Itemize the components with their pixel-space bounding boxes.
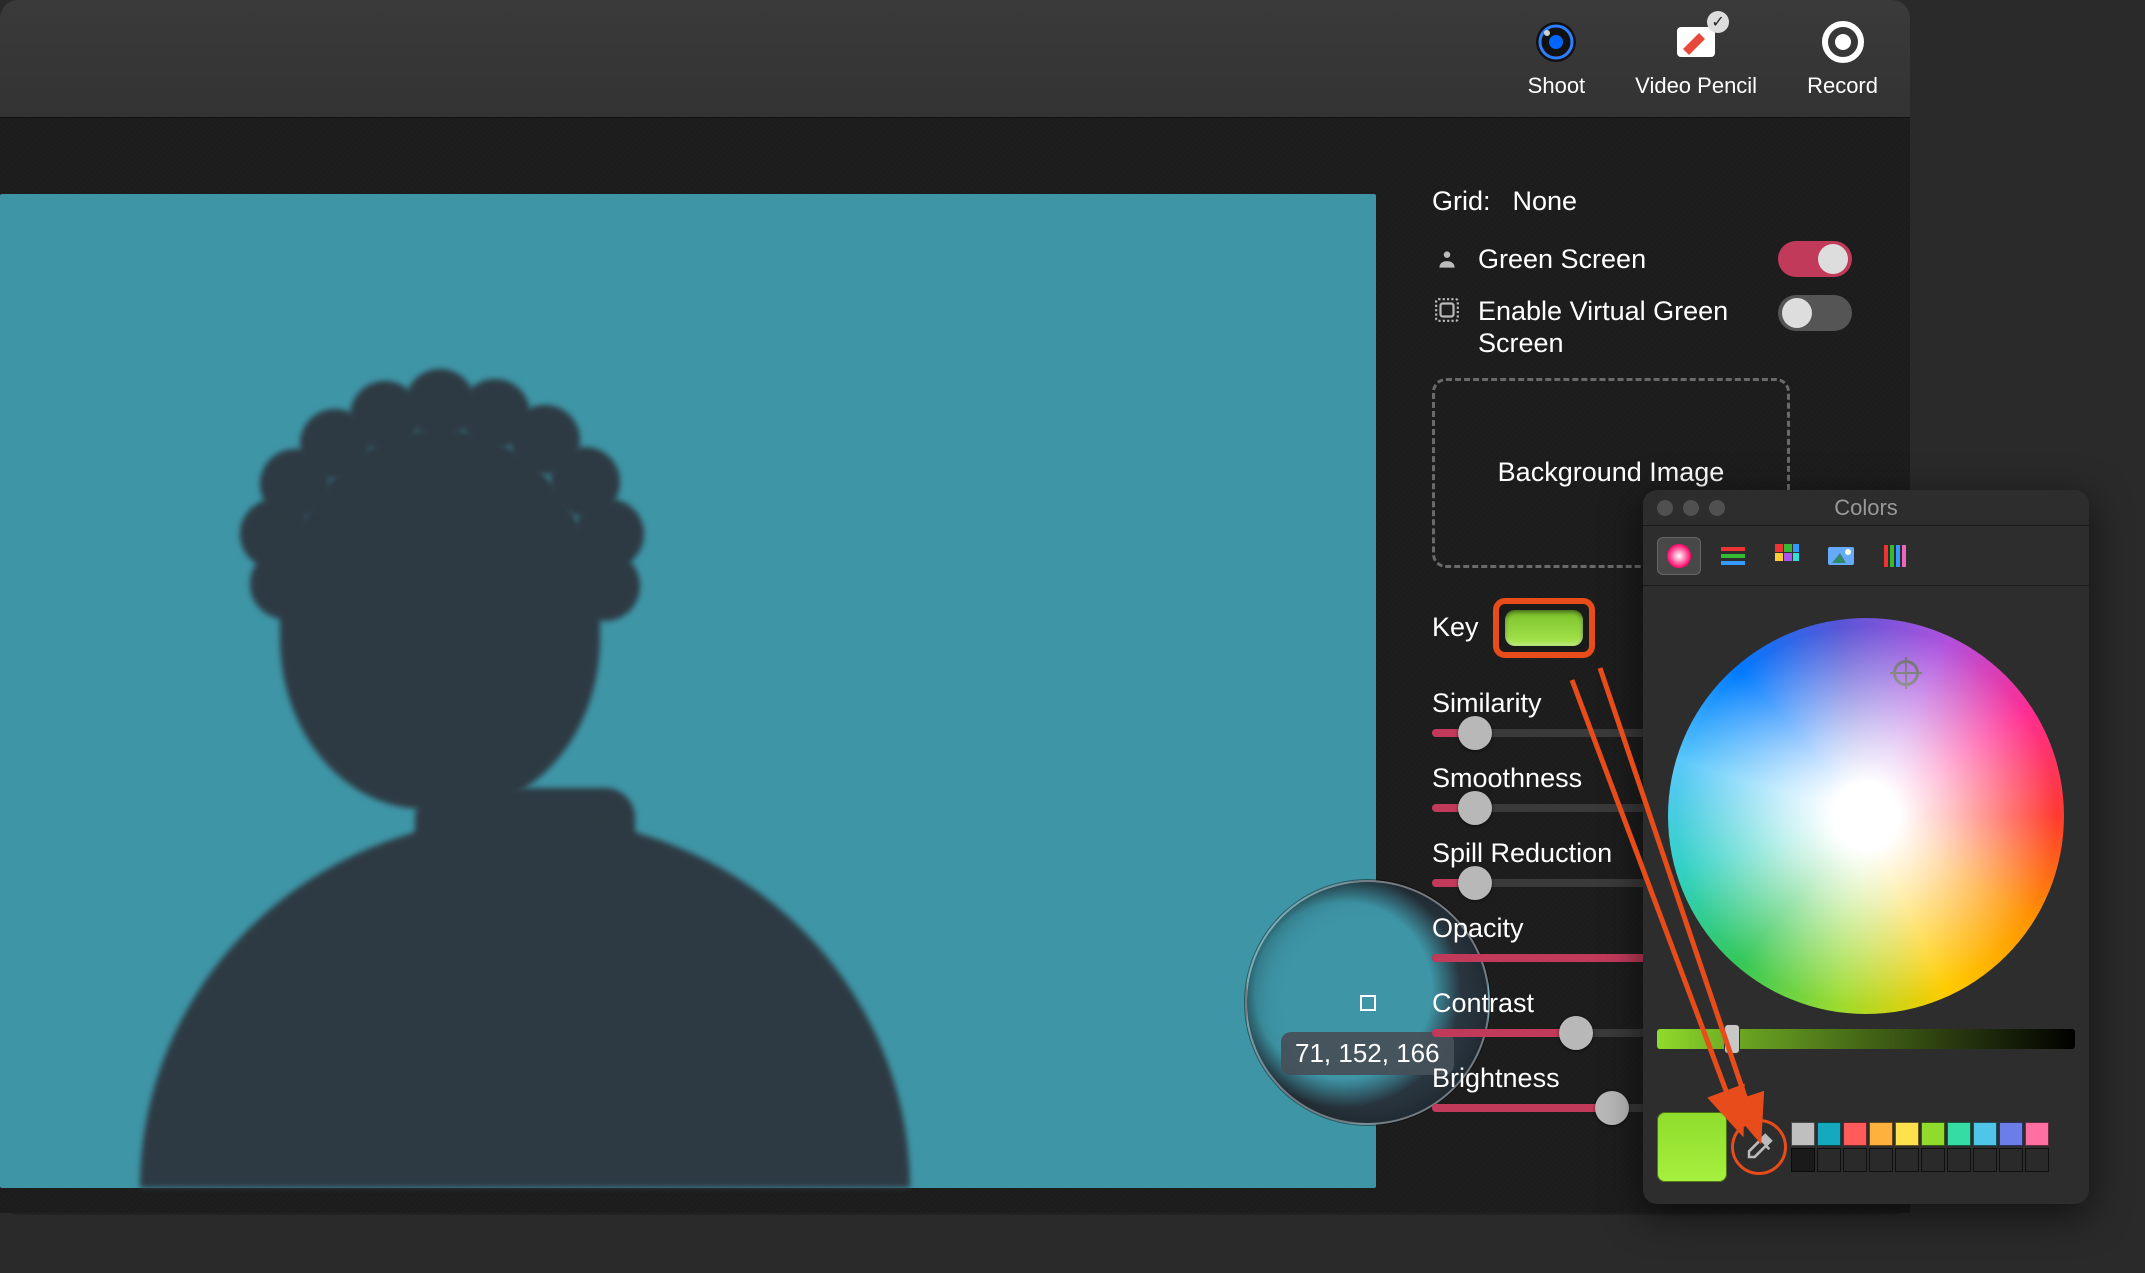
preset-swatch[interactable] bbox=[1921, 1148, 1945, 1172]
preset-swatch[interactable] bbox=[1817, 1122, 1841, 1146]
preset-swatch[interactable] bbox=[1947, 1122, 1971, 1146]
preset-swatch[interactable] bbox=[1921, 1122, 1945, 1146]
virtual-gs-toggle[interactable] bbox=[1778, 295, 1852, 331]
preset-swatch[interactable] bbox=[1999, 1122, 2023, 1146]
record-icon bbox=[1820, 19, 1866, 65]
preset-swatch[interactable] bbox=[1999, 1148, 2023, 1172]
color-picker-tabs bbox=[1643, 526, 2089, 586]
key-label: Key bbox=[1432, 612, 1479, 643]
green-screen-label: Green Screen bbox=[1478, 244, 1762, 275]
brightness-slider-row bbox=[1657, 1028, 2075, 1050]
virtual-gs-label: Enable Virtual Green Screen bbox=[1478, 295, 1762, 360]
chip-icon bbox=[1432, 295, 1462, 325]
preset-swatch-grid[interactable] bbox=[1791, 1122, 2049, 1172]
tab-color-wheel[interactable] bbox=[1657, 537, 1701, 575]
grid-row: Grid: None bbox=[1432, 186, 1852, 217]
preset-swatch[interactable] bbox=[1895, 1122, 1919, 1146]
loupe-rgb-readout: 71, 152, 166 bbox=[1281, 1032, 1454, 1075]
camera-viewport bbox=[0, 194, 1376, 1188]
virtual-gs-row: Enable Virtual Green Screen bbox=[1432, 295, 1852, 360]
eyedropper-highlight bbox=[1731, 1119, 1787, 1175]
key-color-well[interactable] bbox=[1505, 610, 1583, 646]
brightness-slider[interactable] bbox=[1657, 1029, 2075, 1049]
preset-swatch[interactable] bbox=[1843, 1148, 1867, 1172]
top-toolbar: Shoot ✓ Video Pencil Record bbox=[0, 0, 1910, 118]
eyedropper-button[interactable] bbox=[1737, 1125, 1781, 1169]
colors-popover[interactable]: Colors bbox=[1643, 490, 2089, 1204]
preset-swatch[interactable] bbox=[1817, 1148, 1841, 1172]
preset-swatch[interactable] bbox=[1973, 1148, 1997, 1172]
grid-value[interactable]: None bbox=[1513, 186, 1578, 217]
loupe-target-icon bbox=[1360, 995, 1376, 1011]
slider-knob[interactable] bbox=[1458, 866, 1492, 900]
slider-knob[interactable] bbox=[1458, 791, 1492, 825]
key-color-highlight bbox=[1493, 598, 1595, 658]
video-pencil-label: Video Pencil bbox=[1635, 73, 1757, 99]
green-screen-toggle[interactable] bbox=[1778, 241, 1852, 277]
slider-knob[interactable] bbox=[1595, 1091, 1629, 1125]
tab-pencils[interactable] bbox=[1873, 537, 1917, 575]
background-image-label: Background Image bbox=[1498, 457, 1725, 488]
preset-swatch[interactable] bbox=[1869, 1148, 1893, 1172]
record-label: Record bbox=[1807, 73, 1878, 99]
preset-swatch[interactable] bbox=[1843, 1122, 1867, 1146]
app-window: Shoot ✓ Video Pencil Record bbox=[0, 0, 1910, 1215]
video-pencil-button[interactable]: ✓ Video Pencil bbox=[1635, 19, 1757, 99]
preset-swatch[interactable] bbox=[1791, 1122, 1815, 1146]
preset-swatch[interactable] bbox=[2025, 1122, 2049, 1146]
current-color-swatch[interactable] bbox=[1657, 1112, 1727, 1182]
video-pencil-icon: ✓ bbox=[1673, 19, 1719, 65]
popover-titlebar: Colors bbox=[1643, 490, 2089, 526]
content-area: 71, 152, 166 Grid: None Green Screen Ena… bbox=[0, 118, 1910, 1213]
swatch-row bbox=[1657, 1112, 2075, 1182]
aperture-icon bbox=[1533, 19, 1579, 65]
brightness-knob[interactable] bbox=[1724, 1024, 1740, 1054]
record-button[interactable]: Record bbox=[1807, 19, 1878, 99]
shoot-button[interactable]: Shoot bbox=[1528, 19, 1586, 99]
preset-swatch[interactable] bbox=[1947, 1148, 1971, 1172]
preset-swatch[interactable] bbox=[1791, 1148, 1815, 1172]
tab-color-palette[interactable] bbox=[1765, 537, 1809, 575]
preset-swatch[interactable] bbox=[1973, 1122, 1997, 1146]
wheel-reticle-icon[interactable] bbox=[1893, 660, 1919, 686]
slider-knob[interactable] bbox=[1458, 716, 1492, 750]
color-wheel[interactable] bbox=[1668, 618, 2064, 1014]
popover-title: Colors bbox=[1643, 495, 2089, 521]
preset-swatch[interactable] bbox=[2025, 1148, 2049, 1172]
preset-swatch[interactable] bbox=[1895, 1148, 1919, 1172]
slider-knob[interactable] bbox=[1559, 1016, 1593, 1050]
color-wheel-area[interactable] bbox=[1643, 586, 2089, 1016]
shoot-label: Shoot bbox=[1528, 73, 1586, 99]
tab-image-palette[interactable] bbox=[1819, 537, 1863, 575]
silhouette-body bbox=[140, 648, 910, 1188]
preset-swatch[interactable] bbox=[1869, 1122, 1893, 1146]
grid-label: Grid: bbox=[1432, 186, 1491, 217]
tab-color-sliders[interactable] bbox=[1711, 537, 1755, 575]
person-icon bbox=[1432, 244, 1462, 274]
green-screen-toggle-row: Green Screen bbox=[1432, 241, 1852, 277]
